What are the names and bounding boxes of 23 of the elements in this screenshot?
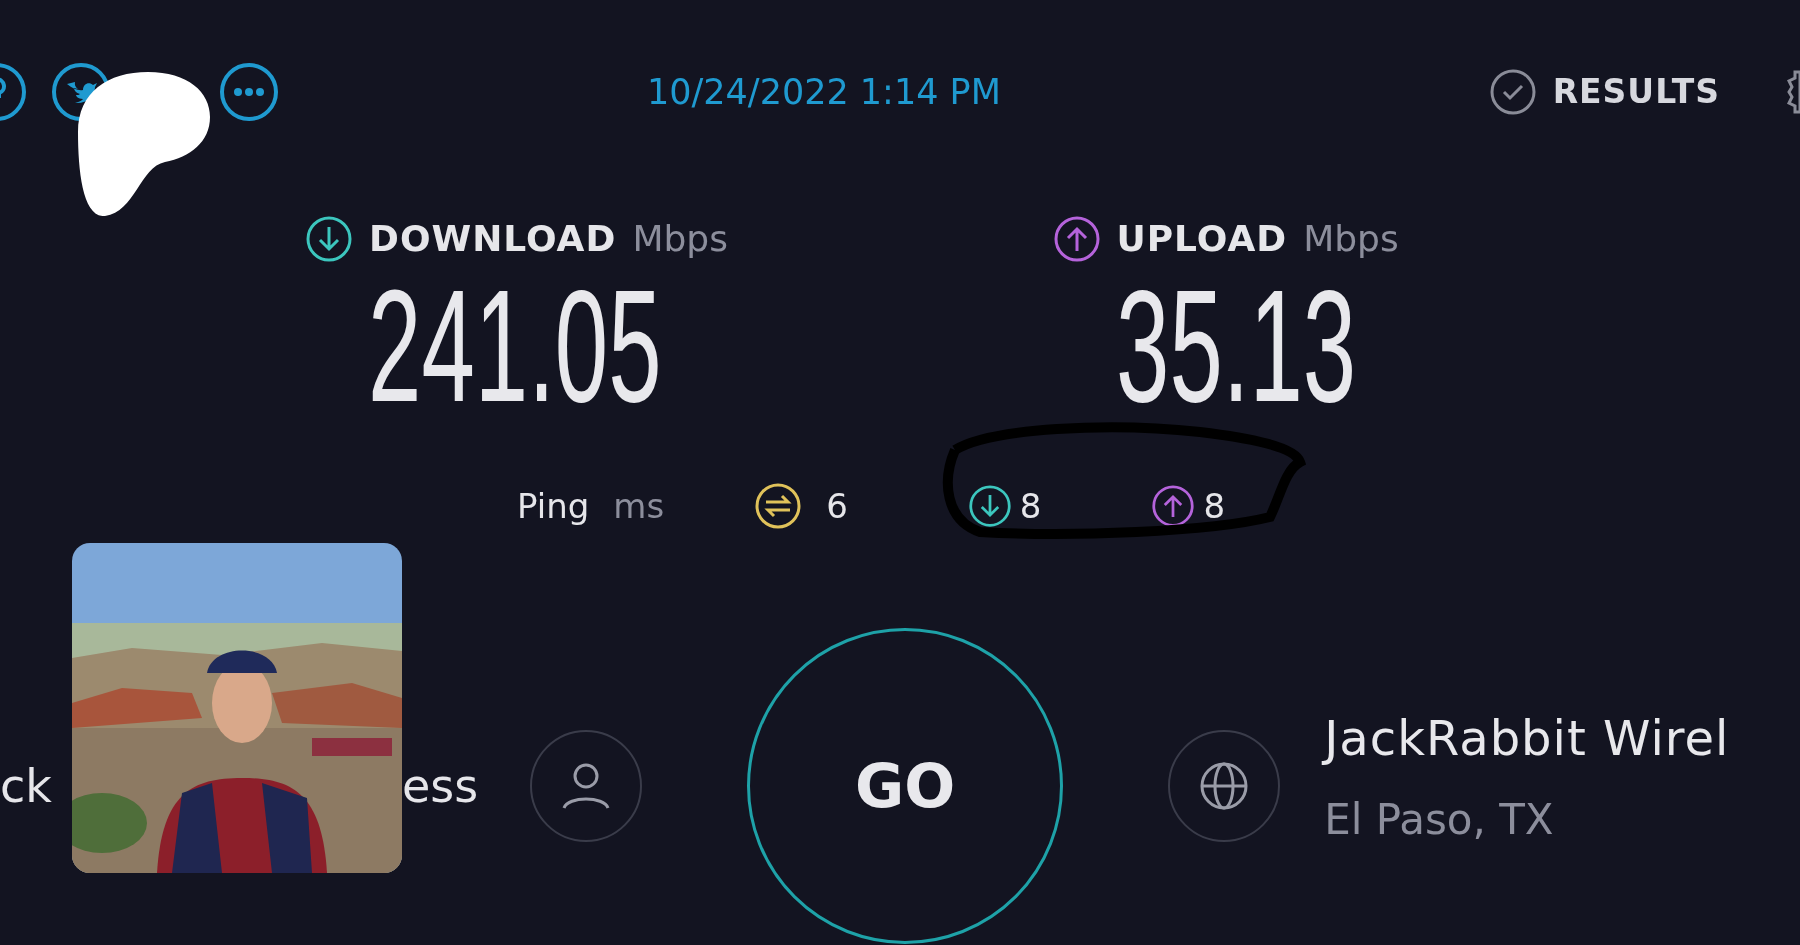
server-location: El Paso, TX	[1324, 793, 1555, 846]
test-date: 10/24/2022 1:14 PM	[647, 70, 1001, 114]
provider-name: ck	[0, 757, 52, 815]
logo-icon	[78, 72, 210, 216]
globe-button[interactable]	[1168, 730, 1281, 842]
metric-value: 35.13	[1115, 266, 1356, 426]
exchange-icon	[754, 482, 803, 530]
metric-label: DOWNLOAD	[369, 217, 617, 261]
ping-idle-value: 6	[826, 484, 848, 528]
check-icon	[1488, 68, 1537, 116]
ping-label: Ping	[517, 484, 590, 528]
user-button[interactable]	[530, 730, 643, 842]
ping-download-value: 8	[1019, 484, 1042, 528]
metric-value: 241.05	[368, 266, 662, 426]
ping-upload-value: 8	[1203, 484, 1226, 528]
metric-label: UPLOAD	[1116, 217, 1288, 261]
more-icon[interactable]	[219, 62, 279, 122]
results-link[interactable]: RESULTS	[1488, 67, 1720, 117]
provider-name: ess	[401, 757, 479, 815]
ping-unit: ms	[613, 484, 665, 528]
metric-unit: Mbps	[1303, 217, 1399, 261]
go-button[interactable]: GO	[747, 628, 1064, 944]
metric-unit: Mbps	[632, 217, 728, 261]
